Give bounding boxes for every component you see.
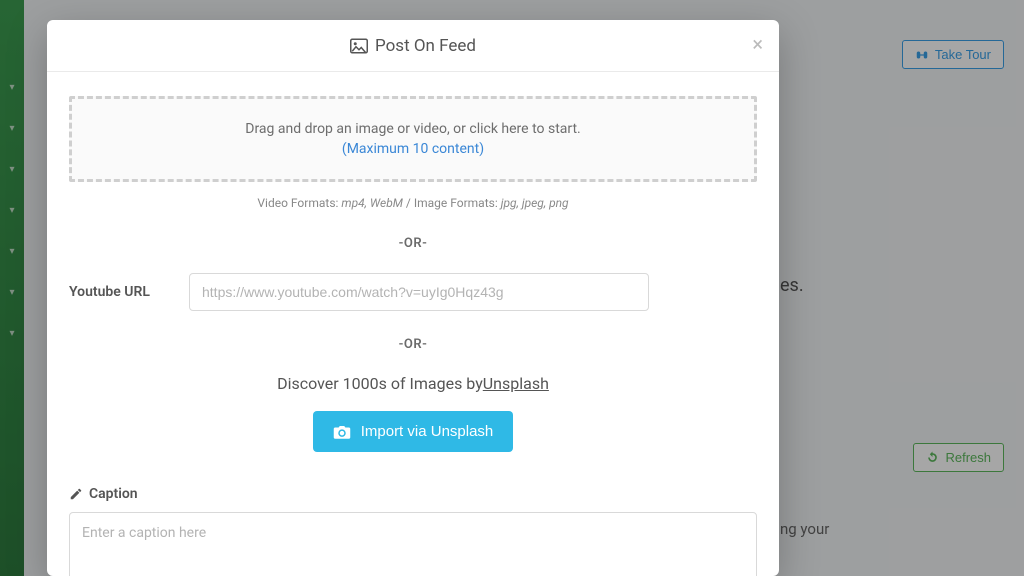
dropzone-instruction: Drag and drop an image or video, or clic…: [82, 121, 744, 137]
import-button-label: Import via Unsplash: [361, 423, 494, 440]
unsplash-link[interactable]: Unsplash: [483, 374, 549, 393]
video-formats-values: mp4, WebM: [341, 196, 403, 210]
caption-input[interactable]: [70, 513, 756, 576]
camera-icon: [333, 424, 351, 440]
discover-prefix: Discover 1000s of Images by: [277, 374, 483, 393]
modal-body: Drag and drop an image or video, or clic…: [47, 72, 779, 576]
image-icon: [350, 38, 368, 54]
modal-title-text: Post On Feed: [375, 36, 476, 56]
youtube-url-input[interactable]: [189, 273, 649, 311]
or-separator: -OR-: [69, 236, 757, 251]
caption-field: [69, 512, 757, 576]
formats-separator: /: [403, 196, 414, 210]
youtube-url-label: Youtube URL: [69, 284, 169, 300]
or-separator: -OR-: [69, 337, 757, 352]
caption-label-text: Caption: [89, 486, 138, 502]
image-formats-label: Image Formats:: [414, 196, 501, 210]
supported-formats: Video Formats: mp4, WebM / Image Formats…: [69, 196, 757, 210]
post-on-feed-modal: Post On Feed × Drag and drop an image or…: [47, 20, 779, 576]
youtube-url-row: Youtube URL: [69, 273, 757, 311]
image-formats-values: jpg, jpeg, png: [501, 196, 569, 210]
modal-header: Post On Feed ×: [47, 20, 779, 72]
close-button[interactable]: ×: [752, 34, 763, 54]
dropzone-limit: (Maximum 10 content): [82, 141, 744, 157]
unsplash-discover-text: Discover 1000s of Images byUnsplash: [69, 374, 757, 393]
video-formats-label: Video Formats:: [257, 196, 341, 210]
import-via-unsplash-button[interactable]: Import via Unsplash: [313, 411, 514, 452]
caption-label: Caption: [69, 486, 757, 502]
modal-title: Post On Feed: [350, 36, 476, 56]
media-dropzone[interactable]: Drag and drop an image or video, or clic…: [69, 96, 757, 182]
edit-icon: [69, 487, 83, 501]
